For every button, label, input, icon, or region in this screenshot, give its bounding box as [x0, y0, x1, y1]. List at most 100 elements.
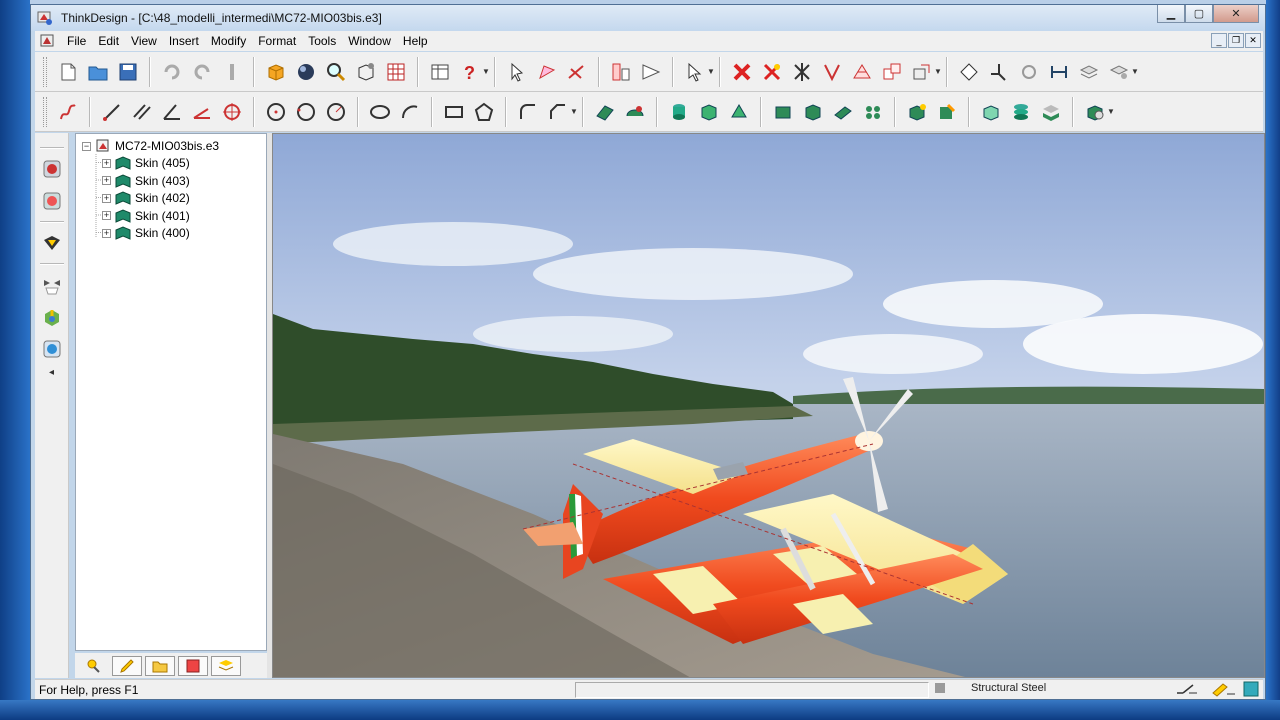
fillet-icon[interactable] — [514, 98, 542, 126]
solid-edit-icon[interactable] — [933, 98, 961, 126]
layers-settings-icon[interactable] — [1105, 58, 1133, 86]
axis-icon[interactable] — [985, 58, 1013, 86]
freeform-curve-icon[interactable] — [54, 98, 82, 126]
solid-wedge-icon[interactable] — [725, 98, 753, 126]
menu-file[interactable]: File — [61, 34, 92, 48]
expand-icon[interactable]: + — [102, 211, 111, 220]
save-icon[interactable] — [114, 58, 142, 86]
parallel-line-icon[interactable] — [128, 98, 156, 126]
doc-restore-button[interactable]: ❐ — [1228, 33, 1244, 48]
more-tools-icon[interactable]: ◂ — [35, 367, 68, 378]
close-button[interactable]: ✕ — [1213, 5, 1259, 23]
minimize-button[interactable]: ▁ — [1157, 5, 1185, 23]
pointer-tool-icon[interactable] — [681, 58, 709, 86]
table-icon[interactable] — [426, 58, 454, 86]
menu-modify[interactable]: Modify — [205, 34, 252, 48]
3d-viewport[interactable] — [272, 133, 1265, 678]
bisector-icon[interactable] — [188, 98, 216, 126]
measure-icon[interactable] — [1045, 58, 1073, 86]
circle-tangent-icon[interactable] — [322, 98, 350, 126]
layers-icon[interactable] — [1075, 58, 1103, 86]
menu-window[interactable]: Window — [342, 34, 397, 48]
open-folder-icon[interactable] — [84, 58, 112, 86]
pen-width-icon[interactable] — [1209, 681, 1237, 697]
solid-box-icon[interactable] — [262, 58, 290, 86]
layered-solid-icon[interactable] — [1037, 98, 1065, 126]
polygon-icon[interactable] — [470, 98, 498, 126]
redo-icon[interactable] — [188, 58, 216, 86]
shaded-view-icon[interactable] — [38, 187, 66, 215]
ellipse-icon[interactable] — [366, 98, 394, 126]
rectangle-icon[interactable] — [440, 98, 468, 126]
maximize-button[interactable]: ▢ — [1185, 5, 1213, 23]
material-indicator[interactable]: Structural Steel — [935, 682, 1046, 694]
document-menu-icon[interactable] — [39, 33, 57, 49]
grid-icon[interactable] — [382, 58, 410, 86]
arc-icon[interactable] — [396, 98, 424, 126]
tab-features[interactable] — [112, 655, 142, 676]
undo-icon[interactable] — [158, 58, 186, 86]
shell-icon[interactable] — [977, 98, 1005, 126]
toolbar-grip-2[interactable] — [43, 96, 47, 127]
menu-edit[interactable]: Edit — [92, 34, 125, 48]
tree-item-skin-403[interactable]: + Skin (403) — [102, 174, 190, 188]
solid-tools-dropdown-icon[interactable]: ▼ — [1107, 107, 1115, 116]
menu-insert[interactable]: Insert — [163, 34, 205, 48]
workplane-icon[interactable] — [955, 58, 983, 86]
solid-sweep-icon[interactable] — [829, 98, 857, 126]
extrude-surface-icon[interactable] — [591, 98, 619, 126]
zoom-icon[interactable] — [322, 58, 350, 86]
globe-icon[interactable] — [38, 335, 66, 363]
chamfer-dropdown-icon[interactable]: ▼ — [570, 107, 578, 116]
tree-item-skin-405[interactable]: + Skin (405) — [102, 156, 190, 170]
transform-dropdown-icon[interactable]: ▼ — [934, 67, 942, 76]
select-shape-icon[interactable] — [533, 58, 561, 86]
solid-pattern-icon[interactable] — [859, 98, 887, 126]
circle-center-icon[interactable] — [262, 98, 290, 126]
snap-icon[interactable] — [1015, 58, 1043, 86]
cut-icon[interactable] — [218, 58, 246, 86]
circle-3pt-icon[interactable] — [292, 98, 320, 126]
menu-format[interactable]: Format — [252, 34, 302, 48]
expand-icon[interactable]: + — [102, 193, 111, 203]
delete-special-icon[interactable] — [758, 58, 786, 86]
tree-item-skin-401[interactable]: + Skin (401) — [102, 209, 190, 223]
select-edge-icon[interactable] — [563, 58, 591, 86]
layers-dropdown-icon[interactable]: ▼ — [1131, 67, 1139, 76]
tab-tree-settings[interactable] — [79, 656, 109, 676]
doc-minimize-button[interactable]: _ — [1211, 33, 1227, 48]
tree-item-skin-400[interactable]: + Skin (400) — [102, 226, 190, 240]
expand-icon[interactable]: + — [102, 158, 111, 168]
chamfer-icon[interactable] — [544, 98, 572, 126]
help-dropdown-icon[interactable]: ▼ — [482, 67, 490, 76]
pen-tool-icon[interactable] — [38, 229, 66, 257]
solid-revolve-icon[interactable] — [799, 98, 827, 126]
solid-cylinder-icon[interactable] — [665, 98, 693, 126]
expand-icon[interactable]: + — [102, 228, 111, 238]
layer-icon[interactable] — [607, 58, 635, 86]
menu-view[interactable]: View — [125, 34, 163, 48]
solid-cube-icon[interactable] — [695, 98, 723, 126]
solid-extrude-icon[interactable] — [769, 98, 797, 126]
crosshair-icon[interactable] — [218, 98, 246, 126]
help-icon[interactable]: ? — [456, 58, 484, 86]
pointer-dropdown-icon[interactable]: ▼ — [707, 67, 715, 76]
solid-tools-icon[interactable] — [1081, 98, 1109, 126]
line-icon[interactable] — [98, 98, 126, 126]
stack-icon[interactable] — [1007, 98, 1035, 126]
split-icon[interactable] — [818, 58, 846, 86]
tab-render[interactable] — [178, 655, 208, 676]
doc-close-button[interactable]: ✕ — [1245, 33, 1261, 48]
mesh-icon[interactable] — [848, 58, 876, 86]
tree-root[interactable]: − MC72-MIO03bis.e3 — [82, 138, 219, 154]
expand-icon[interactable]: + — [102, 176, 111, 185]
tab-stack[interactable] — [211, 655, 241, 676]
delete-icon[interactable] — [728, 58, 756, 86]
copy-shape-icon[interactable] — [878, 58, 906, 86]
new-file-icon[interactable] — [54, 58, 82, 86]
menu-tools[interactable]: Tools — [302, 34, 342, 48]
angle-line-icon[interactable] — [158, 98, 186, 126]
toolbar-grip[interactable] — [43, 56, 47, 87]
render-view-icon[interactable] — [38, 155, 66, 183]
collapse-root-icon[interactable]: − — [82, 141, 91, 151]
